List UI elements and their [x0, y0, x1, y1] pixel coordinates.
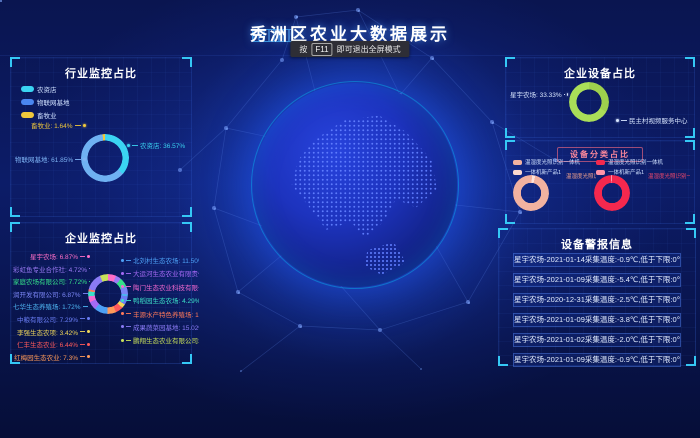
chart-label: 成果蔬菜园基地: 15.02% — [121, 322, 199, 332]
chart-label: 红梅园生态农业: 7.3% — [14, 352, 90, 362]
industry-legend: 农资店 物联网基地 畜牧业 — [21, 84, 70, 120]
chart-label: 陶门生态农业科技有限公 — [121, 282, 199, 292]
f11-keycap: F11 — [311, 43, 332, 56]
legend-label: 温湿度光照识别一体机 — [608, 158, 663, 166]
fullscreen-tip-suffix: 即可退出全屏模式 — [337, 44, 401, 55]
corner-decoration — [685, 57, 695, 67]
corner-decoration — [182, 57, 192, 67]
fullscreen-tip-prefix: 按 — [299, 44, 307, 55]
legend-swatch — [513, 160, 522, 165]
legend-label: 农资店 — [37, 84, 57, 94]
panel-title: 企业设备占比 — [506, 65, 694, 81]
device-ratio-panel: 企业设备占比 星宇农场: 33.33% 民主村视频服务中心 — [505, 57, 695, 138]
alarm-row: 星宇农场-2021-01-09采集温度:-3.8℃,低于下限:0℃ — [513, 313, 681, 327]
chart-label: 北刘村生态农场: 11.50% — [121, 255, 199, 265]
dotted-continent — [253, 83, 457, 287]
device-alarm-panel: 设备警报信息 星宇农场-2021-01-14采集温度:-0.9℃,低于下限:0℃… — [498, 228, 696, 366]
classification-donut-left[interactable] — [509, 171, 553, 215]
chart-label: 大运河生态农业有限责任公 — [121, 268, 199, 278]
chart-label: 温湿度光照识别一体机 — [562, 172, 596, 180]
corner-decoration — [10, 207, 20, 217]
corner-decoration — [498, 356, 508, 366]
chart-label: 中粮有限公司: 7.29% — [17, 314, 90, 324]
panel-title: 设备警报信息 — [499, 236, 695, 252]
corner-decoration — [505, 128, 515, 138]
alarm-list: 星宇农场-2021-01-14采集温度:-0.9℃,低于下限:0℃ 星宇农场-2… — [513, 253, 681, 367]
header-bar: 秀洲区农业大数据展示 按 F11 即可退出全屏模式 — [0, 0, 700, 56]
legend-item[interactable]: 农资店 — [21, 84, 70, 94]
corner-decoration — [505, 214, 515, 224]
chart-label: 七华生态养殖场: 1.72% — [13, 301, 90, 311]
device-donut-chart[interactable] — [569, 82, 609, 122]
legend-swatch — [596, 160, 605, 165]
legend-item[interactable]: 物联网基地 — [21, 97, 70, 107]
alarm-row: 星宇农场-2021-01-02采集温度:-2.0℃,低于下限:0℃ — [513, 333, 681, 347]
dotted-continent — [253, 83, 457, 287]
legend-item[interactable]: 温湿度光照识别一体机 — [596, 158, 663, 166]
alarm-row: 星宇农场-2021-01-14采集温度:-0.9℃,低于下限:0℃ — [513, 253, 681, 267]
chart-label: 仁丰生态农业: 6.44% — [17, 339, 90, 349]
legend-item[interactable]: 温湿度光照识别一体机 — [513, 158, 580, 166]
legend-item[interactable]: 畜牧业 — [21, 110, 70, 120]
legend-swatch — [21, 112, 34, 118]
chart-label: 润开发有限公司: 6.87% — [13, 289, 90, 299]
classification-donut-right[interactable] — [594, 175, 630, 211]
corner-decoration — [685, 140, 695, 150]
legend-swatch — [596, 170, 605, 175]
chart-label: 星宇农场: 6.87% — [30, 251, 90, 261]
enterprise-labels-left: 星宇农场: 6.87% 彩虹鱼专业合作社: 4.72% 家庭农场有限公司: 7.… — [13, 251, 90, 362]
chart-label: 温湿度光照识别一体机 — [644, 172, 690, 180]
chart-label: 鸭稻园生态农场: 4.29% — [121, 295, 199, 305]
industry-donut-chart[interactable] — [79, 132, 132, 185]
legend-label: 畜牧业 — [37, 110, 57, 120]
chart-label-agristore: 农资店: 36.57% — [127, 140, 185, 150]
alarm-row: 星宇农场-2020-12-31采集温度:-2.5℃,低于下限:0℃ — [513, 293, 681, 307]
panel-title: 企业监控占比 — [11, 230, 191, 246]
alarm-row: 星宇农场-2021-01-09采集温度:-0.9℃,低于下限:0℃ — [513, 353, 681, 367]
legend-swatch — [21, 99, 34, 105]
chart-label: 家庭农场有限公司: 7.72% — [13, 276, 90, 286]
legend-label: 温湿度光照识别一体机 — [525, 158, 580, 166]
chart-label-iot-base: 物联网基地: 61.85% — [15, 154, 86, 164]
fullscreen-tip: 按 F11 即可退出全屏模式 — [290, 41, 409, 57]
alarm-row: 星宇农场-2021-01-09采集温度:-5.4℃,低于下限:0℃ — [513, 273, 681, 287]
corner-decoration — [686, 228, 696, 238]
legend-swatch — [21, 86, 34, 92]
panel-title: 行业监控占比 — [11, 65, 191, 81]
chart-label-minzhu-center: 民主村视频服务中心 — [616, 115, 688, 125]
chart-label-xingyu-farm: 星宇农场: 33.33% — [510, 89, 568, 99]
legend-swatch — [513, 170, 522, 175]
industry-monitor-panel: 行业监控占比 农资店 物联网基地 畜牧业 畜牧业: 1.64% 农资店: 36.… — [10, 57, 192, 217]
chart-label: 彩虹鱼专业合作社: 4.72% — [13, 264, 90, 274]
chart-label: 鹏翔生态农业有限公司: 6.87% — [121, 335, 199, 345]
enterprise-labels-right: 北刘村生态农场: 11.50% 大运河生态农业有限责任公 陶门生态农业科技有限公… — [121, 255, 199, 345]
legend-label: 物联网基地 — [37, 97, 70, 107]
chart-label: 丰源水产特色养殖场: 1. — [121, 309, 199, 319]
globe-visualization — [253, 83, 457, 287]
chart-label-livestock: 畜牧业: 1.64% — [31, 120, 86, 130]
corner-decoration — [182, 222, 192, 232]
device-classification-panel: 设备分类占比 温湿度光照识别一体机 一体机新产品1 温湿度光照识别一体机 温湿度… — [505, 140, 695, 224]
chart-label: 李强生态农项: 3.42% — [17, 327, 90, 337]
enterprise-monitor-panel: 企业监控占比 星宇农场: 6.87% 彩虹鱼专业合作社: 4.72% 家庭农场有… — [10, 222, 192, 364]
